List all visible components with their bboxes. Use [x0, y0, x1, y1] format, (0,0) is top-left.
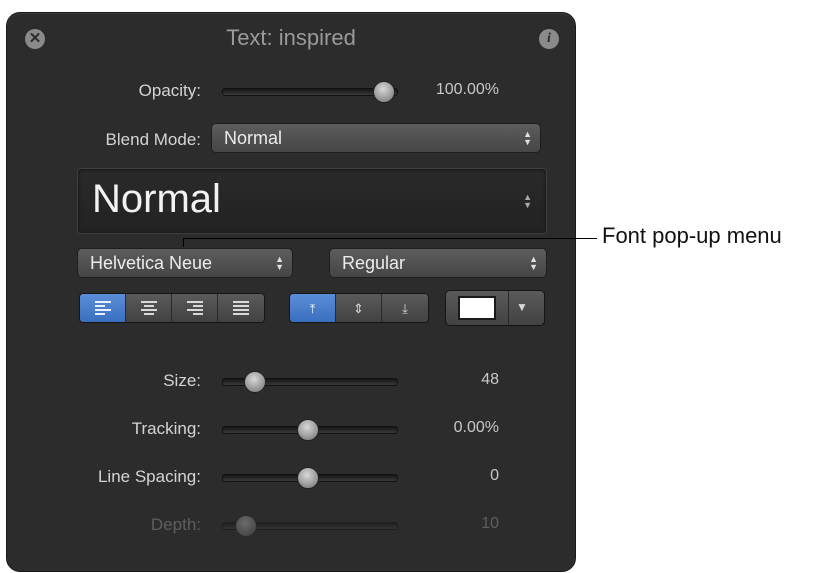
align-right-button[interactable]: [172, 294, 218, 322]
updown-arrows-icon: ▲ ▼: [529, 254, 538, 272]
updown-arrows-icon: ▲ ▼: [523, 192, 532, 210]
opacity-label: Opacity:: [138, 81, 201, 100]
callout-leader-horizontal: [183, 238, 597, 239]
line-spacing-value[interactable]: 0: [407, 467, 499, 485]
text-hud-panel: ✕ Text: inspired i Opacity: 100.00% Blen…: [6, 12, 576, 572]
updown-arrows-icon: ▲ ▼: [523, 129, 532, 147]
align-top-icon: ⤒: [309, 300, 316, 316]
depth-value: 10: [481, 515, 499, 532]
panel-title: Text: inspired: [226, 25, 356, 50]
chevron-down-icon[interactable]: ▼: [516, 300, 528, 314]
blend-mode-value: Normal: [224, 128, 283, 148]
callout-leader-vertical: [183, 238, 184, 247]
align-center-button[interactable]: [126, 294, 172, 322]
align-justify-button[interactable]: [218, 294, 264, 322]
font-style-value: Regular: [342, 253, 406, 273]
align-left-button[interactable]: [80, 294, 126, 322]
blend-mode-label: Blend Mode:: [105, 130, 201, 149]
align-top-button[interactable]: ⤒: [290, 294, 336, 322]
font-family-popup[interactable]: Helvetica Neue ▲ ▼: [77, 248, 293, 278]
font-preview-box[interactable]: Normal ▲ ▼: [77, 168, 547, 234]
blend-mode-popup[interactable]: Normal ▲ ▼: [211, 123, 541, 153]
align-middle-button[interactable]: ⇕: [336, 294, 382, 322]
opacity-value: 100.00%: [435, 81, 499, 98]
info-icon[interactable]: i: [539, 29, 559, 49]
opacity-slider[interactable]: [222, 88, 398, 96]
size-label: Size:: [163, 371, 201, 390]
align-bottom-icon: ⤓: [402, 300, 408, 316]
line-spacing-slider-knob[interactable]: [297, 467, 319, 489]
divider: [508, 291, 509, 325]
color-swatch[interactable]: [458, 296, 496, 320]
size-value[interactable]: 48: [407, 371, 499, 389]
vertical-alignment-control: ⤒ ⇕ ⤓: [289, 293, 429, 323]
align-middle-icon: ⇕: [353, 300, 364, 316]
align-left-icon: [94, 299, 111, 317]
font-family-value: Helvetica Neue: [90, 253, 213, 273]
align-right-icon: [186, 299, 203, 317]
tracking-slider-knob[interactable]: [297, 419, 319, 441]
align-center-icon: [140, 299, 157, 317]
callout-label: Font pop-up menu: [602, 223, 782, 248]
line-spacing-label: Line Spacing:: [97, 467, 201, 486]
updown-arrows-icon: ▲ ▼: [275, 254, 284, 272]
align-justify-icon: [233, 299, 249, 317]
horizontal-alignment-control: [79, 293, 265, 323]
font-preview-text: Normal: [92, 177, 221, 221]
text-color-well[interactable]: ▼: [445, 290, 545, 326]
tracking-label: Tracking:: [131, 419, 201, 438]
align-bottom-button[interactable]: ⤓: [382, 294, 428, 322]
depth-slider-knob: [235, 515, 257, 537]
size-slider-knob[interactable]: [244, 371, 266, 393]
font-style-popup[interactable]: Regular ▲ ▼: [329, 248, 547, 278]
opacity-slider-knob[interactable]: [373, 81, 395, 103]
tracking-value[interactable]: 0.00%: [407, 419, 499, 437]
depth-label: Depth:: [150, 515, 201, 534]
